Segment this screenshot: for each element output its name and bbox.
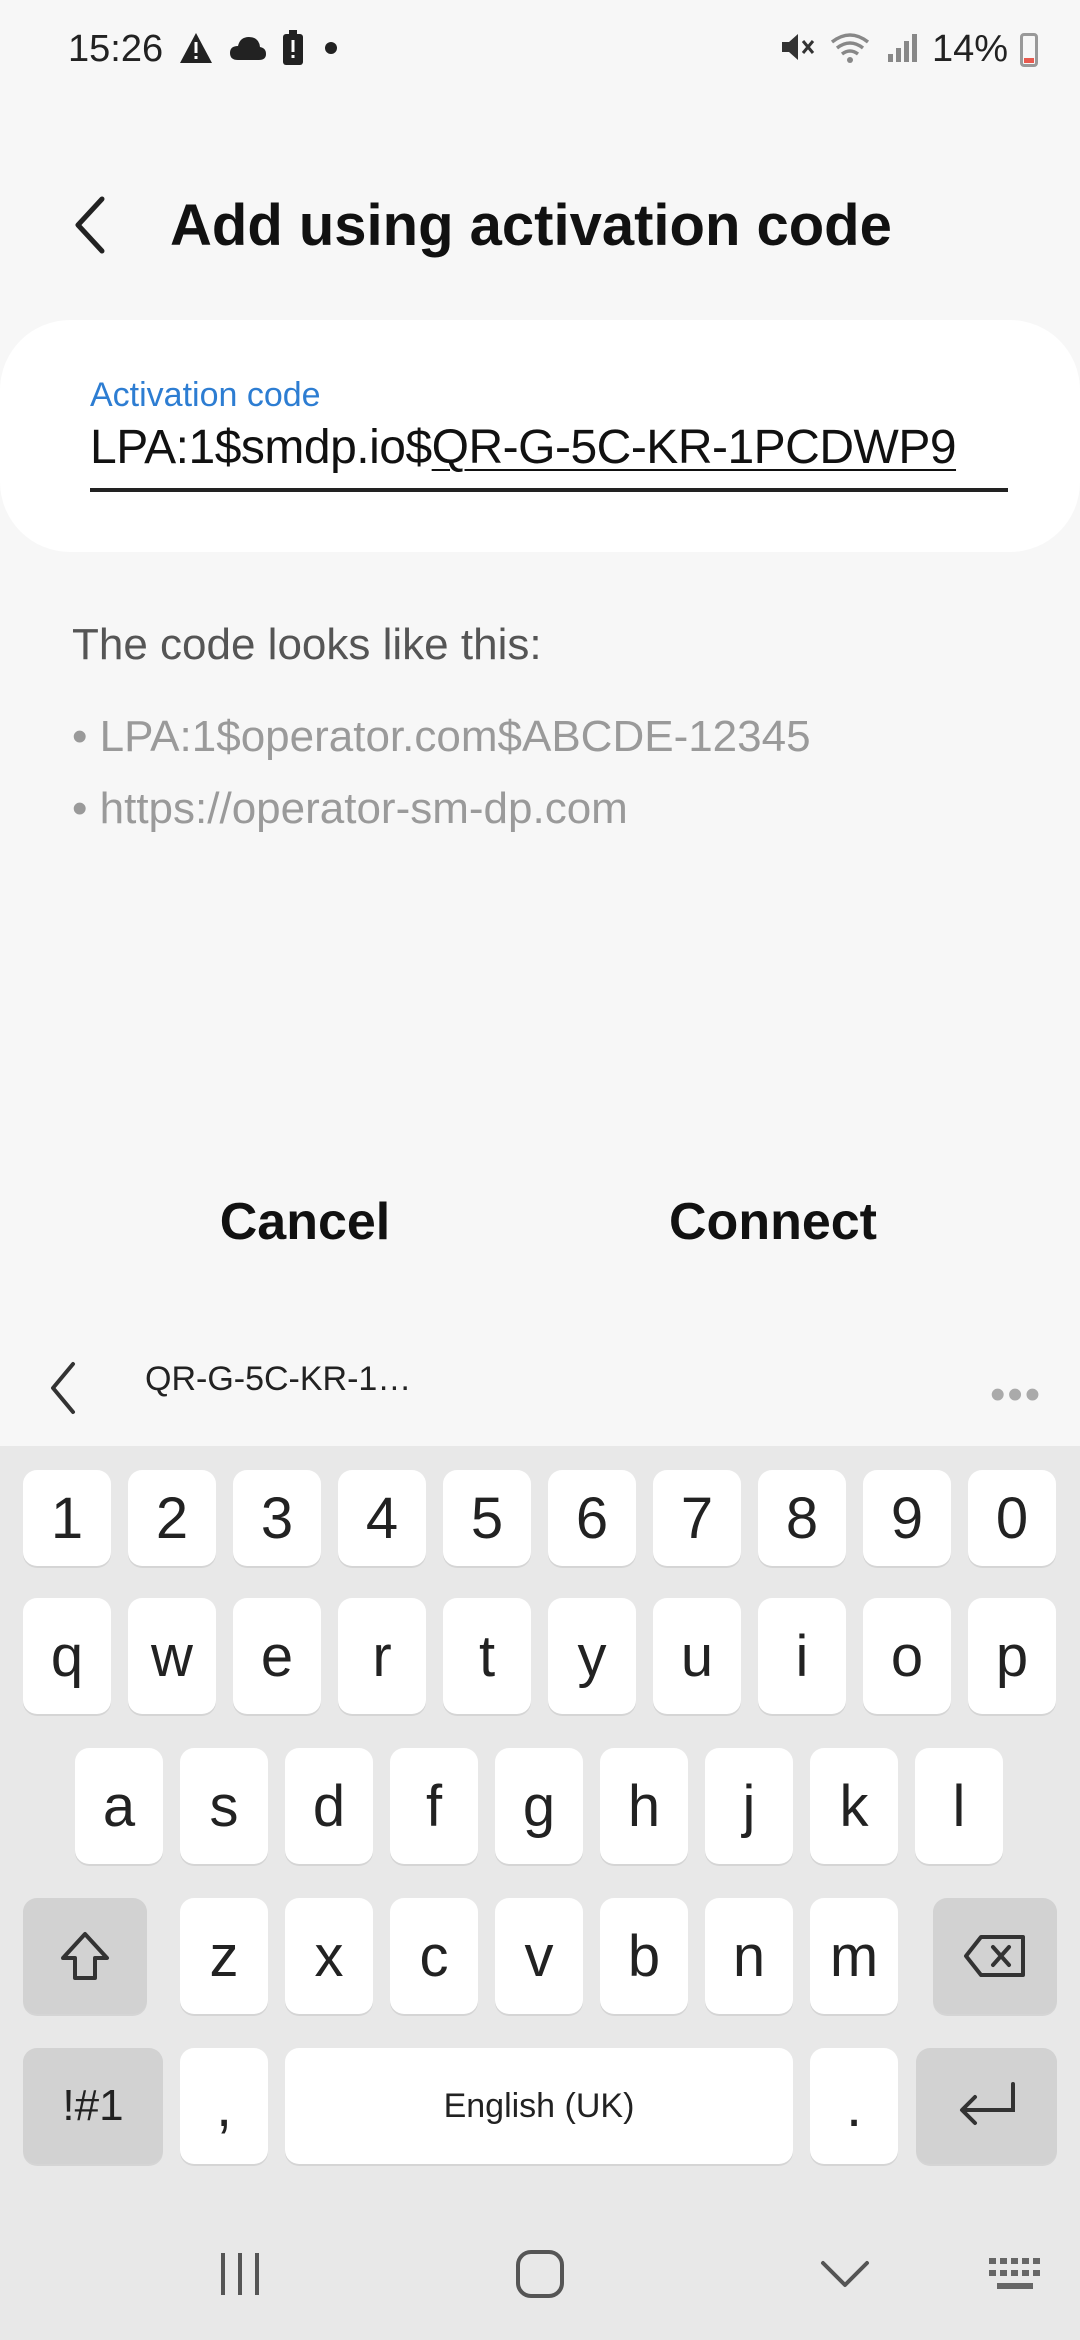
enter-icon — [959, 2082, 1015, 2125]
connect-button[interactable]: Connect — [593, 1192, 953, 1252]
chevron-down-icon — [821, 2261, 869, 2287]
cancel-button[interactable]: Cancel — [125, 1192, 485, 1252]
comma-key[interactable]: , — [180, 2048, 268, 2164]
key-i[interactable]: i — [758, 1598, 846, 1714]
key-g[interactable]: g — [495, 1748, 583, 1864]
more-options-icon[interactable]: ••• — [990, 1370, 1042, 1420]
backspace-key[interactable] — [933, 1898, 1057, 2014]
shift-key[interactable] — [23, 1898, 147, 2014]
activation-code-label: Activation code — [90, 376, 321, 414]
wifi-icon — [828, 30, 872, 69]
key-d[interactable]: d — [285, 1748, 373, 1864]
home-icon — [516, 2250, 564, 2298]
back-nav-button[interactable] — [805, 2236, 885, 2312]
help-title: The code looks like this: — [72, 620, 542, 669]
period-key[interactable]: . — [810, 2048, 898, 2164]
key-n[interactable]: n — [705, 1898, 793, 2014]
example-line: • https://operator-sm-dp.com — [72, 784, 628, 833]
status-time: 15:26 — [68, 28, 164, 70]
key-f[interactable]: f — [390, 1748, 478, 1864]
key-r[interactable]: r — [338, 1598, 426, 1714]
activation-code-composing: QR-G-5C-KR-1PCDWP9 — [431, 421, 957, 474]
key-6[interactable]: 6 — [548, 1470, 636, 1566]
key-0[interactable]: 0 — [968, 1470, 1056, 1566]
key-a[interactable]: a — [75, 1748, 163, 1864]
key-3[interactable]: 3 — [233, 1470, 321, 1566]
key-m[interactable]: m — [810, 1898, 898, 2014]
chevron-left-icon — [75, 196, 105, 254]
example-line: • LPA:1$operator.com$ABCDE-12345 — [72, 712, 811, 761]
status-left-icons — [178, 30, 344, 71]
key-5[interactable]: 5 — [443, 1470, 531, 1566]
key-b[interactable]: b — [600, 1898, 688, 2014]
key-o[interactable]: o — [863, 1598, 951, 1714]
key-2[interactable]: 2 — [128, 1470, 216, 1566]
key-7[interactable]: 7 — [653, 1470, 741, 1566]
key-w[interactable]: w — [128, 1598, 216, 1714]
space-key[interactable]: English (UK) — [285, 2048, 793, 2164]
key-z[interactable]: z — [180, 1898, 268, 2014]
page-title: Add using activation code — [170, 193, 892, 258]
home-button[interactable] — [500, 2236, 580, 2312]
key-x[interactable]: x — [285, 1898, 373, 2014]
key-y[interactable]: y — [548, 1598, 636, 1714]
battery-alert-icon — [282, 30, 304, 71]
shift-icon — [61, 1932, 109, 1980]
back-button[interactable] — [60, 185, 120, 265]
dot-icon — [318, 38, 344, 63]
key-9[interactable]: 9 — [863, 1470, 951, 1566]
activation-code-input[interactable]: LPA:1$smdp.io$QR-G-5C-KR-1PCDWP9 — [90, 420, 957, 475]
key-s[interactable]: s — [180, 1748, 268, 1864]
symbols-key[interactable]: !#1 — [23, 2048, 163, 2164]
battery-icon — [1020, 32, 1038, 67]
key-t[interactable]: t — [443, 1598, 531, 1714]
key-p[interactable]: p — [968, 1598, 1056, 1714]
backspace-icon — [964, 1935, 1025, 1977]
key-u[interactable]: u — [653, 1598, 741, 1714]
keyboard-toggle-button[interactable] — [975, 2240, 1055, 2310]
key-k[interactable]: k — [810, 1748, 898, 1864]
key-j[interactable]: j — [705, 1748, 793, 1864]
keyboard-icon — [989, 2258, 1040, 2289]
key-4[interactable]: 4 — [338, 1470, 426, 1566]
mute-icon — [780, 30, 816, 69]
key-h[interactable]: h — [600, 1748, 688, 1864]
recent-apps-icon — [221, 2253, 259, 2295]
key-c[interactable]: c — [390, 1898, 478, 2014]
key-e[interactable]: e — [233, 1598, 321, 1714]
warning-icon — [178, 31, 214, 70]
key-l[interactable]: l — [915, 1748, 1003, 1864]
key-q[interactable]: q — [23, 1598, 111, 1714]
input-underline — [90, 488, 1008, 492]
cloud-icon — [228, 34, 268, 67]
key-v[interactable]: v — [495, 1898, 583, 2014]
recent-apps-button[interactable] — [200, 2236, 280, 2312]
key-8[interactable]: 8 — [758, 1470, 846, 1566]
status-bar: 15:26 14% — [0, 0, 1080, 100]
suggestion-item[interactable]: QR-G-5C-KR-1… — [145, 1360, 411, 1399]
activation-code-prefix: LPA:1$smdp.io$ — [90, 421, 432, 474]
status-right-icons: 14% — [780, 28, 1038, 71]
key-1[interactable]: 1 — [23, 1470, 111, 1566]
signal-icon — [884, 30, 920, 69]
suggestion-back-button[interactable] — [40, 1348, 84, 1428]
battery-percent: 14% — [931, 28, 1008, 70]
enter-key[interactable] — [916, 2048, 1057, 2164]
chevron-left-icon — [51, 1362, 75, 1414]
